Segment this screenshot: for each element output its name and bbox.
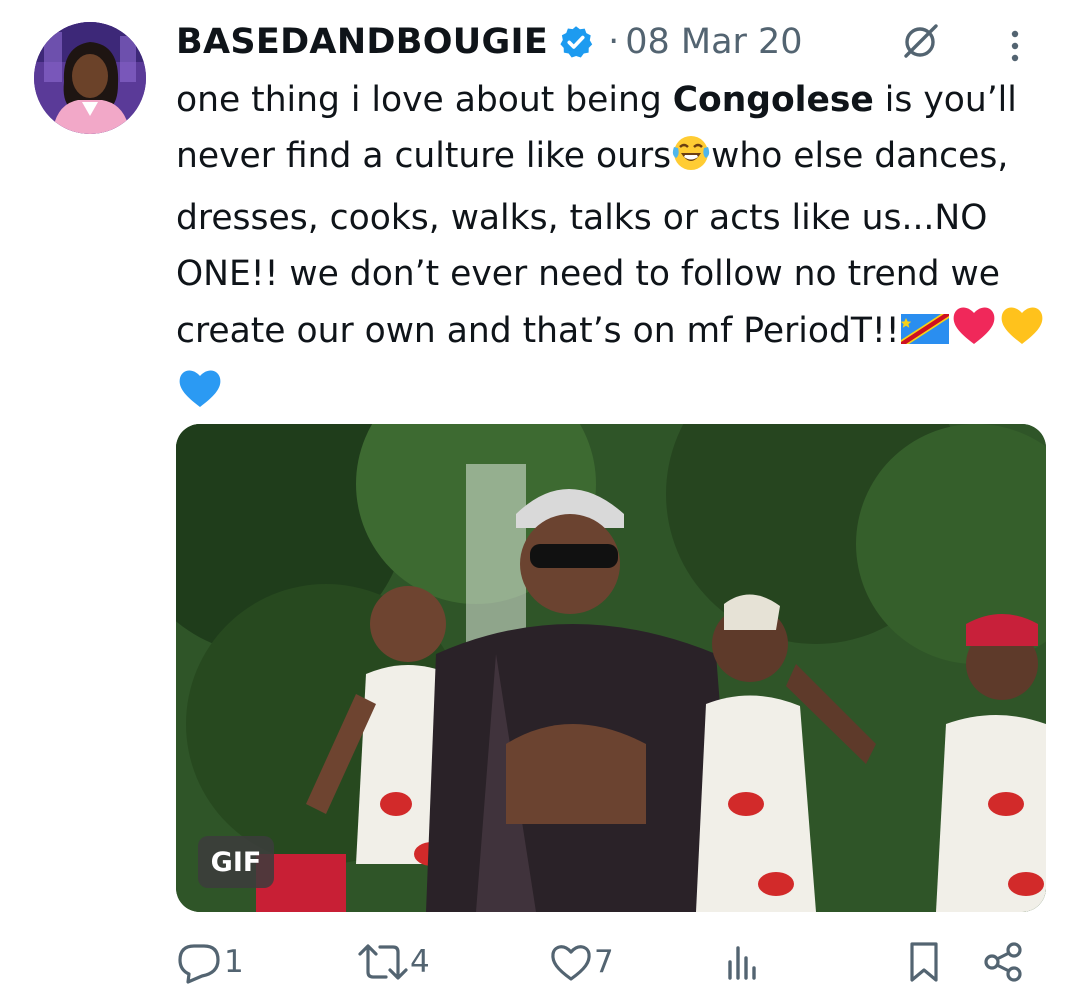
red-heart-emoji-icon <box>950 302 998 365</box>
blue-heart-emoji-icon <box>176 365 224 428</box>
author-name[interactable]: BASEDANDBOUGIE <box>176 22 548 62</box>
tweet-text: one thing i love about being Congolese i… <box>176 72 1056 428</box>
retweet-button[interactable]: 4 <box>356 940 430 984</box>
views-button[interactable] <box>724 940 764 984</box>
retweet-icon <box>356 940 410 984</box>
avatar[interactable] <box>34 22 146 134</box>
laughing-tears-emoji-icon <box>671 133 711 190</box>
like-button[interactable]: 7 <box>548 940 614 984</box>
bookmark-button[interactable] <box>904 940 944 984</box>
views-chart-icon <box>724 940 764 984</box>
drc-flag-emoji-icon <box>900 309 950 365</box>
bookmark-icon <box>904 940 944 984</box>
reply-count: 1 <box>224 944 244 980</box>
grok-icon[interactable] <box>900 22 940 66</box>
reply-button[interactable]: 1 <box>176 940 244 984</box>
tweet-date[interactable]: 08 Mar 20 <box>625 22 802 62</box>
gif-badge: GIF <box>198 836 274 888</box>
more-options-icon[interactable] <box>1008 28 1022 68</box>
tweet-header: BASEDANDBOUGIE · 08 Mar 20 <box>176 14 1056 70</box>
share-icon <box>982 940 1026 984</box>
gif-media[interactable]: GIF <box>176 424 1046 912</box>
gif-preview-image <box>176 424 1046 912</box>
reply-icon <box>176 940 222 984</box>
tweet-action-bar: 1 4 7 <box>176 940 1036 990</box>
tweet-text-part1: one thing i love about being <box>176 80 673 120</box>
verified-badge-icon <box>558 24 594 60</box>
retweet-count: 4 <box>410 944 430 980</box>
avatar-photo <box>34 22 146 134</box>
share-button[interactable] <box>982 940 1026 984</box>
tweet-text-bold: Congolese <box>672 80 874 120</box>
heart-icon <box>548 940 594 984</box>
yellow-heart-emoji-icon <box>998 302 1046 365</box>
like-count: 7 <box>594 944 614 980</box>
header-separator: · <box>608 22 620 62</box>
